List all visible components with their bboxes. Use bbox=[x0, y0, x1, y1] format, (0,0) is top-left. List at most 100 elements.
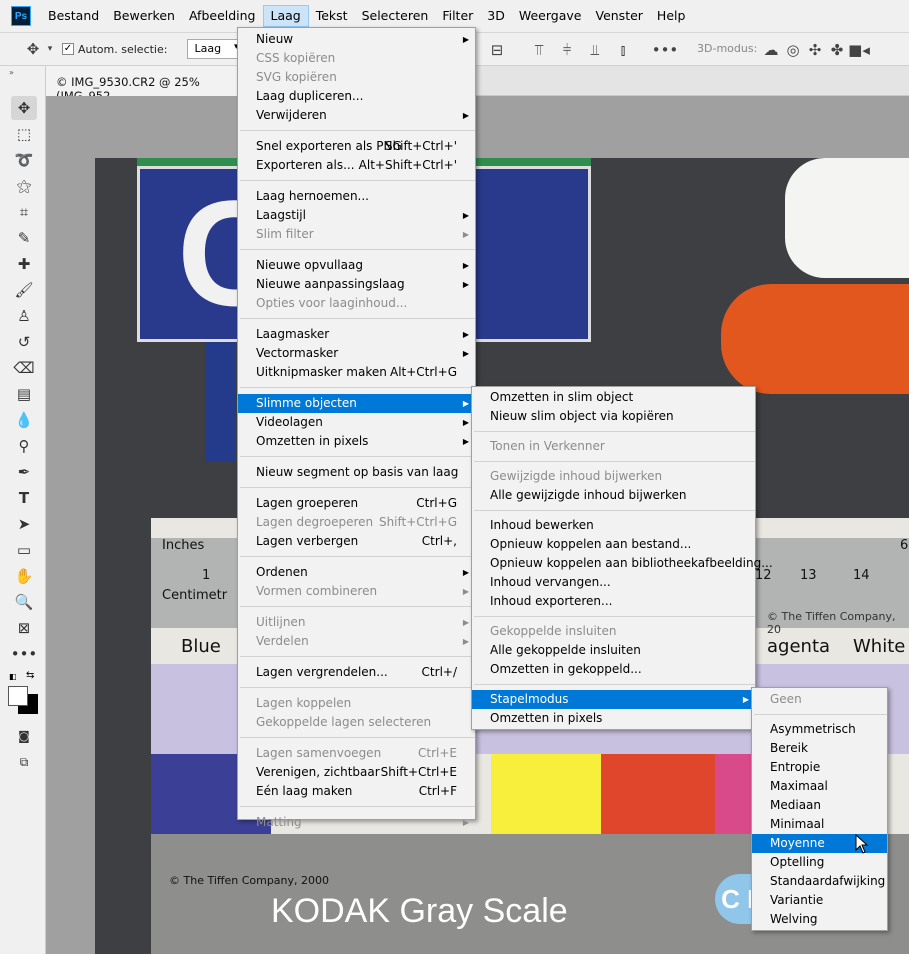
quick-mask-icon[interactable]: ◙ bbox=[11, 724, 37, 748]
menu-item-nieuw[interactable]: Nieuw ▶ bbox=[238, 30, 475, 49]
align-right-icon[interactable]: ⫾ bbox=[612, 39, 634, 61]
menu-item-optelling[interactable]: Optelling bbox=[752, 853, 887, 872]
menu-item-laagstijl[interactable]: Laagstijl ▶ bbox=[238, 206, 475, 225]
menu-item-laagmasker[interactable]: Laagmasker ▶ bbox=[238, 325, 475, 344]
menu-item-lagen-groeperen[interactable]: Lagen groeperen Ctrl+G bbox=[238, 494, 475, 513]
menu-venster[interactable]: Venster bbox=[588, 5, 649, 27]
swap-colors-icon[interactable]: ⇆ bbox=[26, 670, 34, 681]
collapse-chevron-icon[interactable]: » bbox=[9, 68, 14, 77]
menu-laag[interactable]: Laag bbox=[262, 5, 309, 27]
align-top-icon[interactable]: ⫪ bbox=[528, 39, 550, 61]
menu-item-videolagen[interactable]: Videolagen ▶ bbox=[238, 413, 475, 432]
menu-item-welving[interactable]: Welving bbox=[752, 910, 887, 929]
menu-tekst[interactable]: Tekst bbox=[309, 5, 355, 27]
menu-item-opnieuw-koppelen-aan-bestand[interactable]: Opnieuw koppelen aan bestand... bbox=[472, 535, 755, 554]
menu-item-alle-gekoppelde-insluiten[interactable]: Alle gekoppelde insluiten bbox=[472, 641, 755, 660]
zoom-tool-icon[interactable]: 🔍 bbox=[11, 590, 37, 614]
gradient-tool-icon[interactable]: ▤ bbox=[11, 382, 37, 406]
path-select-icon[interactable]: ➤ bbox=[11, 512, 37, 536]
menu-item-lagen-verbergen[interactable]: Lagen verbergen Ctrl+, bbox=[238, 532, 475, 551]
menu-item-variantie[interactable]: Variantie bbox=[752, 891, 887, 910]
more-options-icon[interactable]: ••• bbox=[652, 39, 679, 61]
menu-filter[interactable]: Filter bbox=[435, 5, 480, 27]
menu-afbeelding[interactable]: Afbeelding bbox=[182, 5, 263, 27]
menu-weergave[interactable]: Weergave bbox=[512, 5, 589, 27]
rectangle-tool-icon[interactable]: ▭ bbox=[11, 538, 37, 562]
crop-tool-icon[interactable]: ⌗ bbox=[11, 200, 37, 224]
dodge-tool-icon[interactable]: ⚲ bbox=[11, 434, 37, 458]
menu-item-alle-gewijzigde-inhoud-bijwerken[interactable]: Alle gewijzigde inhoud bijwerken bbox=[472, 486, 755, 505]
menu-item-omzetten-in-pixels[interactable]: Omzetten in pixels ▶ bbox=[238, 432, 475, 451]
default-colors-icon[interactable]: ◧ bbox=[9, 672, 17, 681]
menu-item-slimme-objecten[interactable]: Slimme objecten ▶ bbox=[238, 394, 475, 413]
menu-item-verenigen-zichtbaar[interactable]: Verenigen, zichtbaar Shift+Ctrl+E bbox=[238, 763, 475, 782]
brush-tool-icon[interactable]: 🖌 bbox=[11, 278, 37, 302]
menu-item-asymmetrisch[interactable]: Asymmetrisch bbox=[752, 720, 887, 739]
move-tool-icon[interactable]: ✥ bbox=[11, 96, 37, 120]
eyedropper-icon[interactable]: ✎ bbox=[11, 226, 37, 250]
stamp-tool-icon[interactable]: ♙ bbox=[11, 304, 37, 328]
menu-item-entropie[interactable]: Entropie bbox=[752, 758, 887, 777]
menu-item-nieuwe-aanpassingslaag[interactable]: Nieuwe aanpassingslaag ▶ bbox=[238, 275, 475, 294]
align-vcenter-icon[interactable]: ⫩ bbox=[556, 39, 578, 61]
marquee-tool-icon[interactable]: ⬚ bbox=[11, 122, 37, 146]
menu-item-vectormasker[interactable]: Vectormasker ▶ bbox=[238, 344, 475, 363]
menu-item-standaardafwijking[interactable]: Standaardafwijking bbox=[752, 872, 887, 891]
menu-item-inhoud-bewerken[interactable]: Inhoud bewerken bbox=[472, 516, 755, 535]
eraser-tool-icon[interactable]: ⌫ bbox=[11, 356, 37, 380]
history-brush-icon[interactable]: ↺ bbox=[11, 330, 37, 354]
menu-item-laag-hernoemen[interactable]: Laag hernoemen... bbox=[238, 187, 475, 206]
auto-select-dropdown[interactable]: Laag▾ bbox=[187, 39, 244, 59]
menu-item-snel-exporteren-als-png[interactable]: Snel exporteren als PNG Shift+Ctrl+' bbox=[238, 137, 475, 156]
menu-item-verwijderen[interactable]: Verwijderen ▶ bbox=[238, 106, 475, 125]
document-tab[interactable]: © IMG_9530.CR2 @ 25% (IMG_952 bbox=[46, 66, 246, 103]
magic-wand-icon[interactable]: ⚝ bbox=[11, 174, 37, 198]
healing-brush-icon[interactable]: ✚ bbox=[11, 252, 37, 276]
3d-pan-icon[interactable]: ✣ bbox=[804, 39, 826, 61]
3d-orbit-icon[interactable]: ☁ bbox=[760, 39, 782, 61]
type-tool-icon[interactable]: T bbox=[11, 486, 37, 510]
align-bottom-icon[interactable]: ⫫ bbox=[584, 39, 606, 61]
3d-roll-icon[interactable]: ◎ bbox=[782, 39, 804, 61]
3d-slide-icon[interactable]: ✤ bbox=[826, 39, 848, 61]
menu-item-inhoud-exporteren[interactable]: Inhoud exporteren... bbox=[472, 592, 755, 611]
menu-item-maximaal[interactable]: Maximaal bbox=[752, 777, 887, 796]
auto-select-checkbox[interactable]: ✓ bbox=[62, 43, 74, 55]
menu-item-label: Lagen samenvoegen bbox=[256, 746, 382, 760]
menu-item-nieuwe-opvullaag[interactable]: Nieuwe opvullaag ▶ bbox=[238, 256, 475, 275]
foreground-color-swatch[interactable] bbox=[8, 686, 28, 706]
menu-item-minimaal[interactable]: Minimaal bbox=[752, 815, 887, 834]
chevron-down-icon[interactable]: ▾ bbox=[44, 38, 56, 60]
blur-tool-icon[interactable]: 💧 bbox=[11, 408, 37, 432]
move-tool-icon[interactable]: ✥ bbox=[22, 38, 44, 60]
menu-item-omzetten-in-slim-object[interactable]: Omzetten in slim object bbox=[472, 388, 755, 407]
screen-mode-icon[interactable]: ⧉ bbox=[11, 750, 37, 774]
menu-3d[interactable]: 3D bbox=[480, 5, 512, 27]
menu-item-omzetten-in-pixels[interactable]: Omzetten in pixels bbox=[472, 709, 755, 728]
menu-item-laag-dupliceren[interactable]: Laag dupliceren... bbox=[238, 87, 475, 106]
menu-bestand[interactable]: Bestand bbox=[41, 5, 106, 27]
menu-item-lagen-vergrendelen[interactable]: Lagen vergrendelen... Ctrl+/ bbox=[238, 663, 475, 682]
hand-tool-icon[interactable]: ✋ bbox=[11, 564, 37, 588]
menu-help[interactable]: Help bbox=[650, 5, 693, 27]
3d-camera-icon[interactable]: ■◂ bbox=[848, 39, 870, 61]
align-center-icon[interactable]: ⊟ bbox=[486, 39, 508, 61]
menu-bewerken[interactable]: Bewerken bbox=[106, 5, 182, 27]
menu-selecteren[interactable]: Selecteren bbox=[355, 5, 436, 27]
pen-tool-icon[interactable]: ✒ bbox=[11, 460, 37, 484]
menu-item-exporteren-als[interactable]: Exporteren als... Alt+Shift+Ctrl+' bbox=[238, 156, 475, 175]
menu-item-bereik[interactable]: Bereik bbox=[752, 739, 887, 758]
lasso-tool-icon[interactable]: ➰ bbox=[11, 148, 37, 172]
menu-item-uitknipmasker-maken[interactable]: Uitknipmasker maken Alt+Ctrl+G bbox=[238, 363, 475, 382]
more-tools-icon[interactable]: ••• bbox=[11, 642, 38, 666]
frame-tool-icon[interactable]: ⊠ bbox=[11, 616, 37, 640]
menu-item-mediaan[interactable]: Mediaan bbox=[752, 796, 887, 815]
menu-item-ordenen[interactable]: Ordenen ▶ bbox=[238, 563, 475, 582]
menu-item-omzetten-in-gekoppeld[interactable]: Omzetten in gekoppeld... bbox=[472, 660, 755, 679]
menu-item-nieuw-segment-op-basis-van-laag[interactable]: Nieuw segment op basis van laag bbox=[238, 463, 475, 482]
menu-item-inhoud-vervangen[interactable]: Inhoud vervangen... bbox=[472, 573, 755, 592]
menu-item-stapelmodus[interactable]: Stapelmodus ▶ bbox=[472, 690, 755, 709]
menu-item-een-laag-maken[interactable]: Eén laag maken Ctrl+F bbox=[238, 782, 475, 801]
menu-item-nieuw-slim-object-via-kopieren[interactable]: Nieuw slim object via kopiëren bbox=[472, 407, 755, 426]
menu-item-opnieuw-koppelen-aan-bibliotheekafbeelding[interactable]: Opnieuw koppelen aan bibliotheekafbeeldi… bbox=[472, 554, 773, 573]
